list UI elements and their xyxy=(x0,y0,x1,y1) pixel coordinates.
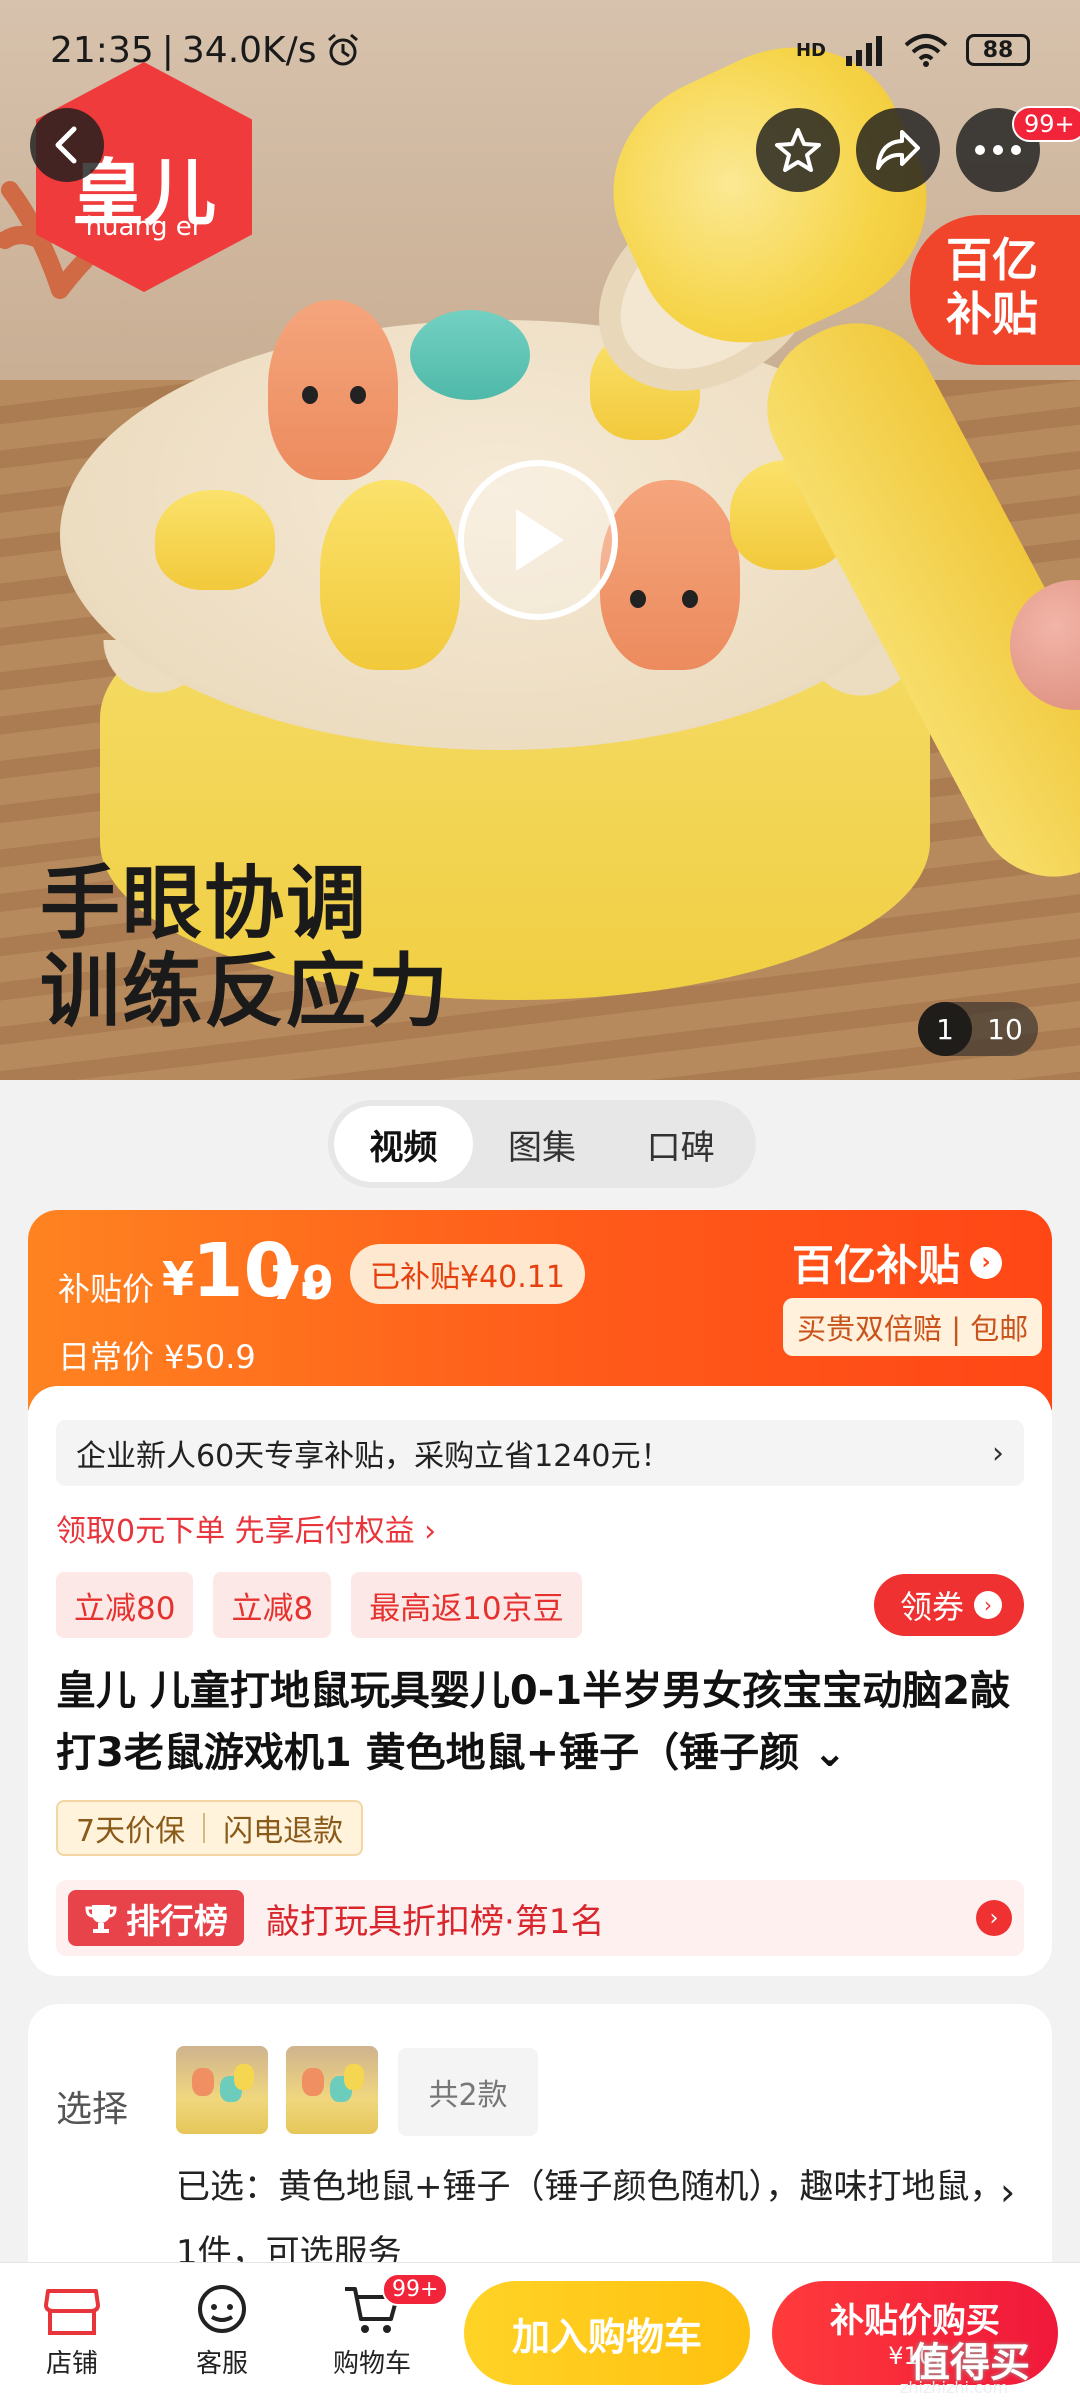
mole-teal xyxy=(410,310,530,400)
coupon-tag[interactable]: 立减80 xyxy=(56,1572,194,1638)
subsidy-floating-badge[interactable]: 百亿 补贴 xyxy=(910,215,1080,365)
mole-orange xyxy=(268,300,398,480)
cart-button[interactable]: 99+ 购物车 xyxy=(312,2273,449,2380)
service-tag: 7天价保 xyxy=(76,1814,186,1849)
tab-video[interactable]: 视频 xyxy=(334,1106,473,1182)
mole-orange xyxy=(600,480,740,670)
back-button[interactable] xyxy=(30,108,104,182)
subsidy-badge-line2: 补贴 xyxy=(946,287,1038,341)
shop-button[interactable]: 店铺 xyxy=(12,2277,132,2380)
service-tags[interactable]: 7天价保 闪电退款 xyxy=(56,1800,364,1856)
star-icon xyxy=(775,128,821,172)
product-info-card: 企业新人60天专享补贴，采购立省1240元！ › 领取0元下单 先享后付权益 ›… xyxy=(28,1386,1052,1976)
select-label: 选择 xyxy=(56,2089,129,2130)
subsidy-brand-link[interactable]: 百亿补贴 › xyxy=(792,1232,1003,1293)
play-icon xyxy=(516,509,564,571)
more-notification-badge: 99+ xyxy=(1012,106,1080,142)
add-to-cart-button[interactable]: 加入购物车 xyxy=(464,2281,750,2385)
get-coupon-label: 领券 xyxy=(899,1588,964,1626)
price-currency: ¥ xyxy=(162,1252,195,1306)
ranking-pill: 排行榜 xyxy=(68,1890,244,1946)
customer-service-button[interactable]: 客服 xyxy=(162,2277,282,2380)
subsidy-badge-line1: 百亿 xyxy=(946,233,1038,287)
chevron-right-icon: › xyxy=(974,1591,1002,1619)
daily-price: 日常价 ¥50.9 xyxy=(58,1338,256,1376)
price-decimal: 79 xyxy=(270,1256,335,1310)
battery-icon: 88 xyxy=(966,34,1030,66)
mole-yellow xyxy=(155,490,275,590)
brand-logo-en: huang er xyxy=(85,212,203,242)
status-time: 21:35 xyxy=(50,29,154,71)
back-arrow-icon xyxy=(55,126,77,164)
subsidy-price-label: 补贴价 xyxy=(58,1270,155,1308)
coupon-row: 立减80 立减8 最高返10京豆 领券 › xyxy=(56,1572,1024,1638)
more-icon xyxy=(975,145,1021,155)
price-banner: 补贴价 ¥ 10. 79 已补贴¥40.11 日常价 ¥50.9 百亿补贴 › … xyxy=(28,1210,1052,1410)
favorite-button[interactable] xyxy=(756,108,840,192)
alarm-icon xyxy=(327,33,358,66)
status-network-speed: 34.0K/s xyxy=(181,29,317,71)
page-current: 1 xyxy=(918,1002,972,1056)
enterprise-promo-row[interactable]: 企业新人60天专享补贴，采购立省1240元！ › xyxy=(56,1420,1024,1486)
tab-reviews[interactable]: 口碑 xyxy=(611,1106,750,1182)
tab-gallery[interactable]: 图集 xyxy=(473,1106,612,1182)
variant-select-card[interactable]: 选择 共2款 已选：黄色地鼠+锤子（锤子颜色随机），趣味打地鼠，1件，可选服务 … xyxy=(28,2004,1052,2304)
cart-label: 购物车 xyxy=(332,2349,411,2379)
customer-service-icon xyxy=(198,2285,246,2333)
shop-label: 店铺 xyxy=(45,2349,98,2379)
product-title[interactable]: 皇儿 儿童打地鼠玩具婴儿0-1半岁男女孩宝宝动脑2敲打3老鼠游戏机1 黄色地鼠+… xyxy=(56,1660,1036,1784)
variant-thumbnail[interactable] xyxy=(176,2046,268,2134)
subsidy-brand-label: 百亿补贴 xyxy=(792,1241,961,1290)
pay-later-link[interactable]: 领取0元下单 先享后付权益 › xyxy=(56,1506,436,1550)
get-coupon-button[interactable]: 领券 › xyxy=(873,1574,1024,1636)
service-tag: 闪电退款 xyxy=(223,1814,344,1849)
chevron-right-icon: › xyxy=(976,1900,1012,1936)
network-type-label: HD xyxy=(795,39,826,61)
ranking-label: 排行榜 xyxy=(126,1901,228,1942)
signal-icon xyxy=(846,36,882,66)
hero-caption-line1: 手眼协调 xyxy=(40,857,368,950)
ranking-text: 敲打玩具折扣榜·第1名 xyxy=(266,1901,605,1942)
chevron-right-icon: › xyxy=(992,1435,1004,1471)
cart-count-badge: 99+ xyxy=(382,2273,449,2306)
shop-icon xyxy=(44,2289,100,2335)
coupon-tag[interactable]: 立减8 xyxy=(213,1572,332,1638)
page-total: 10 xyxy=(987,1012,1023,1046)
watermark-url: zhizhizhi.com xyxy=(900,2378,1009,2397)
chevron-right-icon: › xyxy=(970,1246,1003,1279)
video-play-button[interactable] xyxy=(458,460,618,620)
chevron-right-icon: › xyxy=(1000,2170,1016,2214)
status-divider: | xyxy=(161,29,174,71)
variant-count[interactable]: 共2款 xyxy=(398,2048,538,2136)
subsidy-guarantee: 买贵双倍赔 | 包邮 xyxy=(783,1298,1043,1356)
enterprise-promo-text: 企业新人60天专享补贴，采购立省1240元！ xyxy=(76,1439,671,1474)
coupon-tag[interactable]: 最高返10京豆 xyxy=(351,1572,582,1638)
mole-yellow xyxy=(320,480,460,670)
wifi-icon xyxy=(904,34,948,67)
subsidy-amount-pill: 已补贴¥40.11 xyxy=(350,1244,585,1304)
customer-service-label: 客服 xyxy=(195,2349,248,2379)
carousel-page-indicator: 1 10 xyxy=(918,1002,1038,1056)
hero-caption-line2: 训练反应力 xyxy=(40,945,450,1038)
share-icon xyxy=(876,130,920,170)
variant-thumbnail[interactable] xyxy=(286,2046,378,2134)
trophy-icon xyxy=(85,1905,117,1933)
share-button[interactable] xyxy=(856,108,940,192)
media-tabs: 视频 图集 口碑 xyxy=(328,1100,756,1188)
hero-caption: 手眼协调 训练反应力 xyxy=(40,860,450,1036)
ranking-row[interactable]: 排行榜 敲打玩具折扣榜·第1名 › xyxy=(56,1880,1024,1956)
